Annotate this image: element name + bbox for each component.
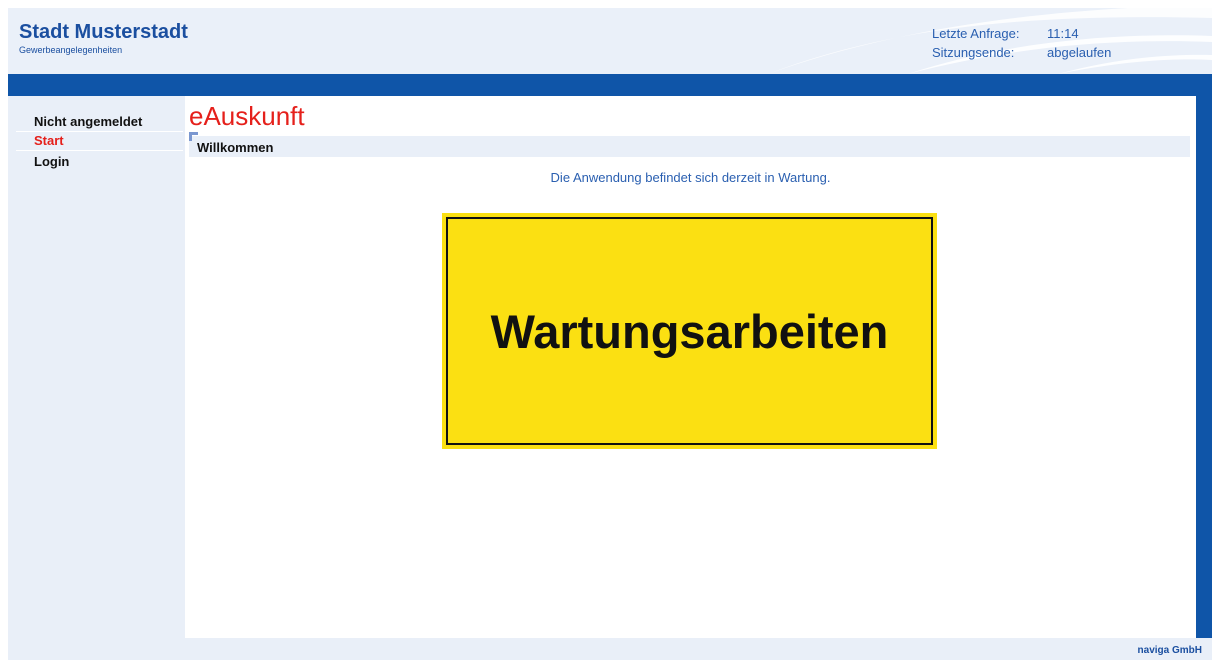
header-blue-bar [8, 74, 1212, 96]
session-end-label: Sitzungsende: [932, 45, 1015, 60]
sidebar-item-login[interactable]: Login [34, 154, 69, 169]
right-border-bar [1196, 96, 1212, 638]
maintenance-notice: Die Anwendung befindet sich derzeit in W… [550, 170, 831, 185]
header-swoosh-decoration [768, 8, 1212, 74]
sidebar-divider [16, 150, 183, 151]
app-title: eAuskunft [189, 101, 305, 131]
maintenance-sign-border: Wartungsarbeiten [446, 217, 933, 445]
section-title: Willkommen [197, 140, 274, 155]
page-header: Stadt Musterstadt Gewerbeangelegenheiten… [8, 8, 1212, 74]
page-footer: naviga GmbH [8, 638, 1212, 660]
session-labels: Letzte Anfrage: Sitzungsende: [932, 24, 1019, 62]
sidebar-item-start[interactable]: Start [34, 133, 64, 148]
last-request-value: 11:14 [1047, 26, 1079, 41]
city-title: Stadt Musterstadt [19, 21, 188, 43]
section-header-bar [189, 136, 1190, 157]
main-content: eAuskunft Willkommen Die Anwendung befin… [185, 96, 1196, 638]
vendor-credit: naviga GmbH [1137, 645, 1202, 656]
login-status: Nicht angemeldet [34, 114, 143, 129]
maintenance-sign-text: Wartungsarbeiten [490, 304, 889, 358]
last-request-label: Letzte Anfrage: [932, 26, 1020, 41]
sidebar: Nicht angemeldet Start Login [8, 96, 185, 638]
department-subtitle: Gewerbeangelegenheiten [19, 45, 123, 55]
session-values: 11:14 abgelaufen [1047, 24, 1111, 62]
session-end-value: abgelaufen [1047, 45, 1112, 60]
maintenance-sign: Wartungsarbeiten [442, 213, 937, 449]
sidebar-divider [16, 131, 183, 132]
